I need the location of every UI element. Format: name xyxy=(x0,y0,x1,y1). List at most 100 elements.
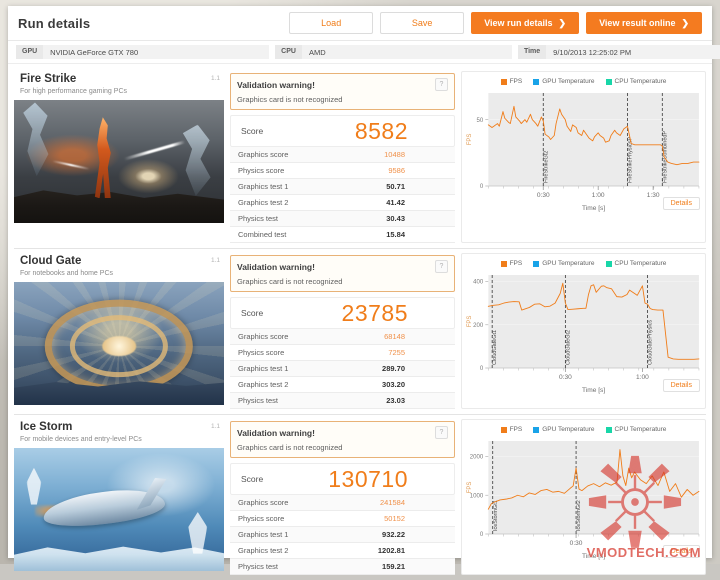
table-row: Graphics test 1 932.22 xyxy=(230,527,455,543)
legend-cpu-temp: CPU Temperature xyxy=(614,78,667,85)
fire-strike-score-value: 8582 xyxy=(354,117,408,144)
fire-strike-details-button[interactable]: Details xyxy=(662,197,700,210)
cloud-gate-details-button[interactable]: Details xyxy=(662,379,700,392)
svg-text:0:30: 0:30 xyxy=(559,374,572,381)
load-button[interactable]: Load xyxy=(289,12,374,34)
svg-text:Time [s]: Time [s] xyxy=(582,387,605,394)
cloud-gate-chart-panel: FPS GPU Temperature CPU Temperature 0 200… xyxy=(461,253,706,409)
row-value: 289.70 xyxy=(382,364,405,373)
cpu-label: CPU xyxy=(275,45,302,59)
ice-storm-score-value: 130710 xyxy=(328,465,408,492)
svg-text:CloudGateGt2: CloudGateGt2 xyxy=(565,330,571,365)
legend-fps: FPS xyxy=(509,78,523,85)
table-row: Physics test 159.21 xyxy=(230,559,455,575)
table-row: Physics score 7255 xyxy=(230,345,455,361)
cloud-gate-thumbnail[interactable] xyxy=(14,282,224,405)
svg-text:FPS: FPS xyxy=(467,482,473,494)
svg-text:IceStormGt2: IceStormGt2 xyxy=(576,500,582,531)
svg-text:1:00: 1:00 xyxy=(636,374,649,381)
row-label: Physics test xyxy=(238,396,279,405)
legend-gpu-temp: GPU Temperature xyxy=(542,78,595,85)
row-value: 303.20 xyxy=(382,380,405,389)
cloud-gate-version: 1.1 xyxy=(210,257,220,264)
row-value: 1202.81 xyxy=(377,546,405,555)
svg-text:0: 0 xyxy=(480,184,484,190)
chart-legend: FPS GPU Temperature CPU Temperature xyxy=(462,72,705,89)
benchmark-row-fire-strike: Fire Strike For high performance gaming … xyxy=(14,67,706,249)
fire-strike-validation-warning: Validation warning! ? Graphics card is n… xyxy=(230,73,455,110)
table-row: Graphics score 10488 xyxy=(230,147,455,163)
save-button[interactable]: Save xyxy=(380,12,465,34)
fire-strike-score-rows: Graphics score 10488 Physics score 9586 … xyxy=(230,147,455,243)
legend-gpu-temp: GPU Temperature xyxy=(542,426,595,433)
row-label: Graphics test 1 xyxy=(238,530,289,539)
ice-storm-version: 1.1 xyxy=(210,423,220,430)
row-label: Graphics test 1 xyxy=(238,364,289,373)
benchmark-results-list: Fire Strike For high performance gaming … xyxy=(8,64,712,580)
chart-legend: FPS GPU Temperature CPU Temperature xyxy=(462,420,705,437)
fire-strike-subtitle: For high performance gaming PCs xyxy=(20,88,127,95)
table-row: Graphics score 241584 xyxy=(230,495,455,511)
row-label: Graphics test 2 xyxy=(238,380,289,389)
legend-fps: FPS xyxy=(509,426,523,433)
table-row: Graphics score 68148 xyxy=(230,329,455,345)
svg-text:CloudGatePhysics: CloudGatePhysics xyxy=(648,320,654,365)
row-value: 932.22 xyxy=(382,530,405,539)
legend-cpu-temp: CPU Temperature xyxy=(614,260,667,267)
row-label: Physics score xyxy=(238,514,285,523)
svg-text:FPS: FPS xyxy=(467,316,473,328)
fire-strike-title-row: Fire Strike For high performance gaming … xyxy=(14,71,224,96)
row-value: 7255 xyxy=(388,348,405,357)
help-icon[interactable]: ? xyxy=(435,426,448,439)
svg-text:IceStormGt1: IceStormGt1 xyxy=(493,500,499,531)
row-value: 23.03 xyxy=(386,396,405,405)
help-icon[interactable]: ? xyxy=(435,260,448,273)
gpu-label: GPU xyxy=(16,45,44,59)
table-row: Physics test 23.03 xyxy=(230,393,455,409)
warning-title: Validation warning! xyxy=(237,79,315,90)
fire-strike-scores: Validation warning! ? Graphics card is n… xyxy=(230,71,455,243)
fire-strike-thumbnail[interactable] xyxy=(14,100,224,223)
row-label: Graphics test 2 xyxy=(238,546,289,555)
score-label: Score xyxy=(241,474,264,484)
row-value: 50152 xyxy=(384,514,405,523)
cloud-gate-chart: 0 200 400 0:30 1:00 Time [s] FPS CloudGateGt1 Cl… xyxy=(462,271,705,396)
row-label: Graphics test 2 xyxy=(238,198,289,207)
fire-strike-chart-panel: FPS GPU Temperature CPU Temperature 0 50 0… xyxy=(461,71,706,243)
window-header: Run details Load Save View run details ❯… xyxy=(8,6,712,41)
benchmark-row-cloud-gate: Cloud Gate For notebooks and home PCs 1.… xyxy=(14,249,706,415)
table-row: Graphics test 1 50.71 xyxy=(230,179,455,195)
view-result-online-label: View result online xyxy=(599,18,676,28)
help-icon[interactable]: ? xyxy=(435,78,448,91)
run-details-window: Run details Load Save View run details ❯… xyxy=(8,6,720,575)
svg-text:Time [s]: Time [s] xyxy=(582,553,605,560)
cloud-gate-preview: Cloud Gate For notebooks and home PCs 1.… xyxy=(14,253,224,409)
header-button-group: Load Save View run details ❯ View result… xyxy=(289,12,702,34)
cloud-gate-validation-warning: Validation warning! ? Graphics card is n… xyxy=(230,255,455,292)
legend-gpu-temp: GPU Temperature xyxy=(542,260,595,267)
ice-storm-preview: Ice Storm For mobile devices and entry-l… xyxy=(14,419,224,575)
benchmark-row-ice-storm: Ice Storm For mobile devices and entry-l… xyxy=(14,415,706,580)
ice-storm-details-button[interactable]: Details xyxy=(662,545,700,558)
svg-text:50: 50 xyxy=(477,118,484,124)
svg-text:2000: 2000 xyxy=(470,455,484,461)
svg-text:FPS: FPS xyxy=(467,134,473,146)
svg-text:Time [s]: Time [s] xyxy=(582,205,605,212)
row-label: Physics test xyxy=(238,562,279,571)
svg-text:CloudGateGt1: CloudGateGt1 xyxy=(492,330,498,365)
row-value: 15.84 xyxy=(386,230,405,239)
ice-storm-scores: Validation warning! ? Graphics card is n… xyxy=(230,419,455,575)
fire-strike-chart: 0 50 0:30 1:00 1:30 Time [s] FPS FireStrikeGt2 F… xyxy=(462,89,705,214)
row-value: 241584 xyxy=(379,498,405,507)
svg-text:200: 200 xyxy=(473,323,484,329)
ice-storm-chart-panel: FPS GPU Temperature CPU Temperature 0 100… xyxy=(461,419,706,575)
view-run-details-button[interactable]: View run details ❯ xyxy=(471,12,580,34)
cpu-value: AMD xyxy=(301,45,512,59)
row-value: 9586 xyxy=(388,166,405,175)
cloud-gate-scores: Validation warning! ? Graphics card is n… xyxy=(230,253,455,409)
fire-strike-preview: Fire Strike For high performance gaming … xyxy=(14,71,224,243)
ice-storm-thumbnail[interactable] xyxy=(14,448,224,571)
svg-text:FireStrikeGt2: FireStrikeGt2 xyxy=(543,151,549,183)
view-result-online-button[interactable]: View result online ❯ xyxy=(586,12,702,34)
legend-fps: FPS xyxy=(509,260,523,267)
